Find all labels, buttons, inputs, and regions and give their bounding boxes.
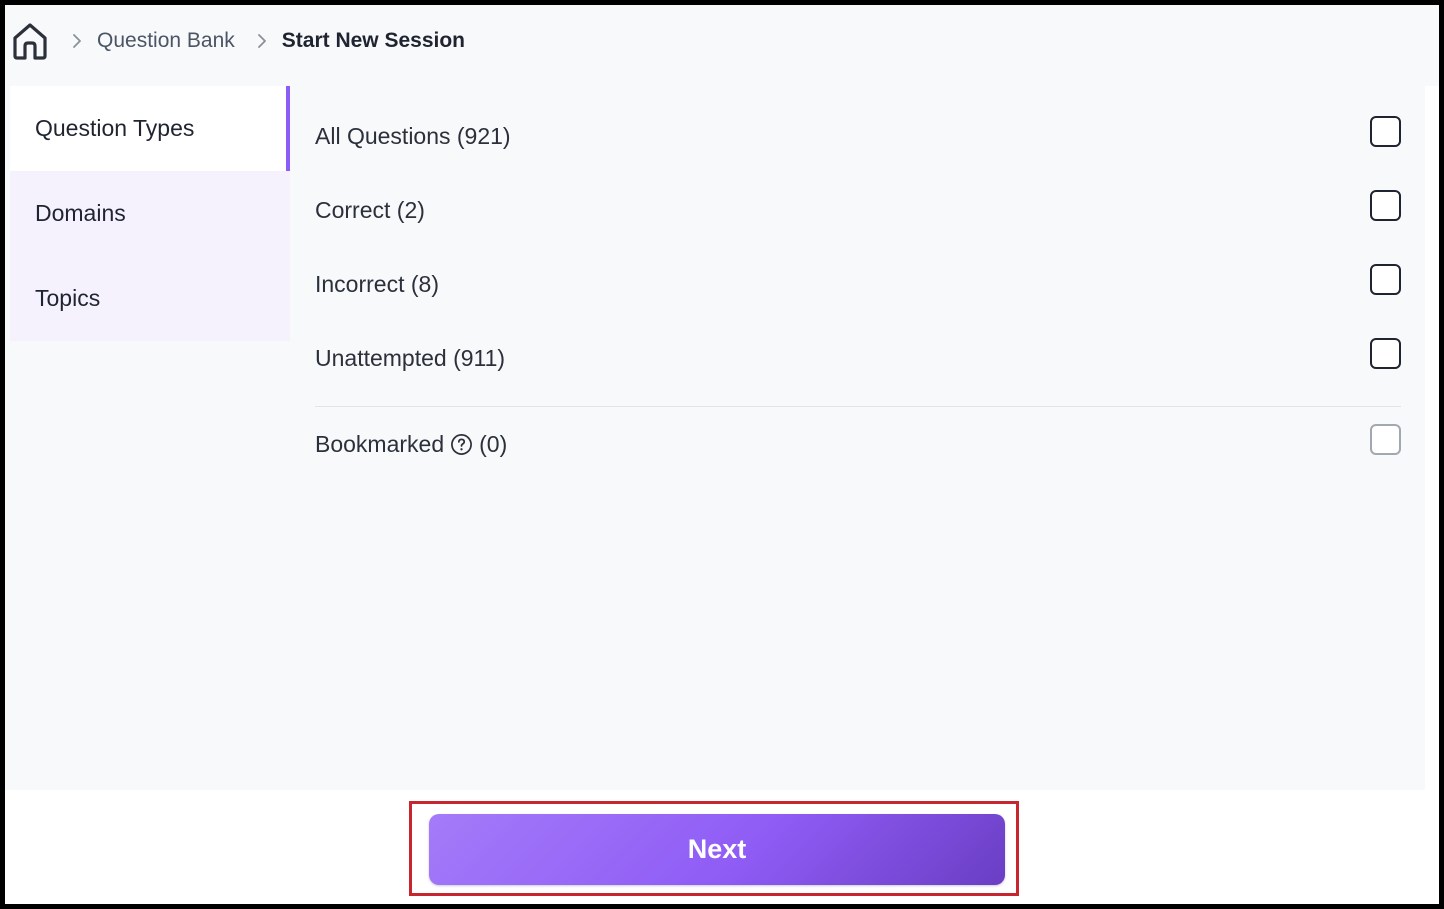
bookmarked-label: Bookmarked bbox=[315, 431, 445, 457]
option-incorrect[interactable]: Incorrect (8) bbox=[315, 247, 1401, 321]
breadcrumb-current-page: Start New Session bbox=[281, 29, 465, 52]
correct-checkbox[interactable] bbox=[1370, 190, 1401, 221]
sidebar-item-topics[interactable]: Topics bbox=[10, 256, 290, 341]
incorrect-checkbox[interactable] bbox=[1370, 264, 1401, 295]
breadcrumb: Question Bank Start New Session bbox=[10, 18, 465, 64]
bookmarked-checkbox[interactable] bbox=[1370, 424, 1401, 455]
scrollbar-track[interactable] bbox=[1425, 86, 1439, 904]
option-all-questions[interactable]: All Questions (921) bbox=[315, 99, 1401, 173]
sidebar-item-label: Question Types bbox=[35, 115, 195, 141]
unattempted-checkbox[interactable] bbox=[1370, 338, 1401, 369]
next-button[interactable]: Next bbox=[429, 814, 1005, 885]
option-label: Correct (2) bbox=[315, 197, 425, 223]
sidebar-item-domains[interactable]: Domains bbox=[10, 171, 290, 256]
bookmarked-label-group: Bookmarked (0) bbox=[315, 431, 507, 458]
option-bookmarked[interactable]: Bookmarked (0) bbox=[315, 407, 1401, 481]
sidebar-item-label: Domains bbox=[35, 200, 126, 226]
help-circle-icon[interactable] bbox=[450, 433, 473, 456]
option-label: All Questions (921) bbox=[315, 123, 511, 149]
sidebar-item-question-types[interactable]: Question Types bbox=[10, 86, 290, 171]
option-unattempted[interactable]: Unattempted (911) bbox=[315, 321, 1401, 395]
sidebar: Question Types Domains Topics bbox=[10, 86, 290, 341]
all-questions-checkbox[interactable] bbox=[1370, 116, 1401, 147]
question-type-options: All Questions (921) Correct (2) Incorrec… bbox=[315, 99, 1401, 481]
chevron-right-icon bbox=[257, 33, 267, 49]
sidebar-item-label: Topics bbox=[35, 285, 101, 311]
bookmarked-count: (0) bbox=[479, 431, 508, 457]
option-label: Incorrect (8) bbox=[315, 271, 439, 297]
home-icon[interactable] bbox=[10, 19, 50, 63]
chevron-right-icon bbox=[72, 33, 82, 49]
option-label: Unattempted (911) bbox=[315, 345, 506, 371]
option-correct[interactable]: Correct (2) bbox=[315, 173, 1401, 247]
breadcrumb-question-bank-link[interactable]: Question Bank bbox=[97, 29, 235, 53]
